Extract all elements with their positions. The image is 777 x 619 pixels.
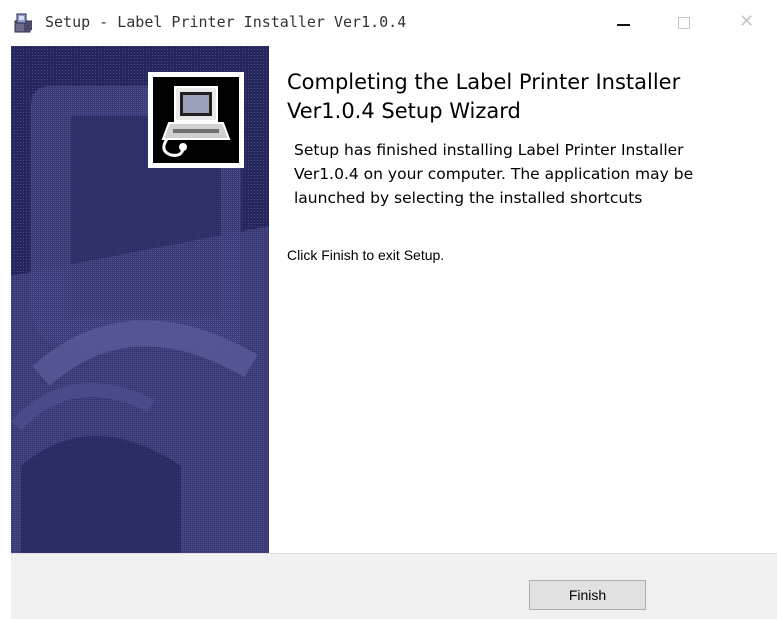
computer-install-icon <box>153 77 239 163</box>
completion-message: Setup has finished installing Label Prin… <box>294 141 694 207</box>
finish-button[interactable]: Finish <box>529 580 646 610</box>
wizard-logo <box>148 72 244 168</box>
exit-instruction: Click Finish to exit Setup. <box>287 247 445 263</box>
page-title: Completing the Label Printer Installer V… <box>287 70 681 123</box>
maximize-button[interactable] <box>661 6 707 40</box>
close-button[interactable]: ✕ <box>725 6 771 40</box>
minimize-icon <box>617 24 630 26</box>
wizard-banner <box>11 46 269 553</box>
close-icon: ✕ <box>739 11 755 32</box>
maximize-icon <box>678 17 690 29</box>
window-title: Setup - Label Printer Installer Ver1.0.4 <box>45 13 407 31</box>
installer-icon <box>12 12 34 34</box>
title-bar: Setup - Label Printer Installer Ver1.0.4… <box>0 0 777 46</box>
minimize-button[interactable] <box>601 6 647 40</box>
wizard-footer: Finish <box>11 553 777 619</box>
